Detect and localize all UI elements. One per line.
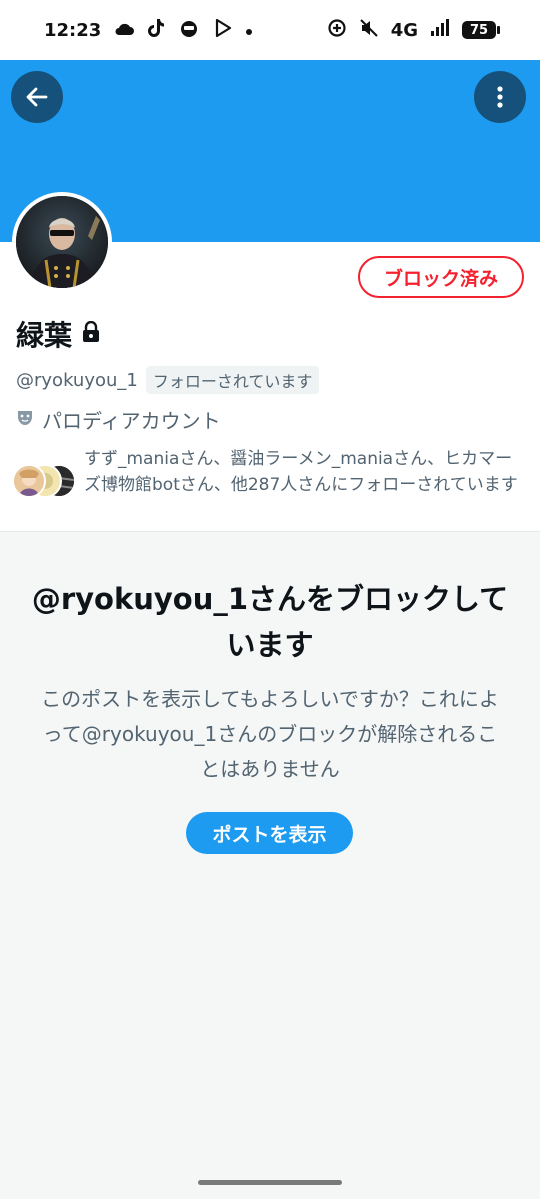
more-vertical-icon bbox=[497, 86, 503, 108]
notice-body: このポストを表示してもよろしいですか？これによって@ryokuyou_1さんのブ… bbox=[41, 687, 499, 781]
display-name: 緑葉 bbox=[16, 319, 73, 352]
blocked-notice: @ryokuyou_1さんをブロックしています このポストを表示してもよろしいで… bbox=[0, 532, 540, 1172]
game-app-icon bbox=[177, 18, 201, 43]
signal-icon bbox=[430, 18, 450, 42]
network-type: 4G bbox=[390, 19, 418, 41]
status-bar: 12:23 4G 75 bbox=[0, 0, 540, 60]
arrow-left-icon bbox=[26, 87, 48, 107]
battery-level: 75 bbox=[469, 22, 489, 38]
mute-icon bbox=[359, 18, 379, 43]
parody-label-row: パロディアカウント bbox=[16, 405, 221, 434]
name-row: 緑葉 bbox=[16, 314, 100, 354]
data-saver-icon bbox=[327, 18, 347, 43]
status-time: 12:23 bbox=[44, 19, 102, 41]
handle-row: @ryokuyou_1 フォローされています bbox=[16, 366, 320, 394]
parody-label: パロディアカウント bbox=[42, 409, 221, 433]
tiktok-icon bbox=[147, 18, 165, 43]
more-options-button[interactable] bbox=[474, 71, 526, 123]
avatar[interactable] bbox=[12, 192, 112, 292]
show-posts-button[interactable]: ポストを表示 bbox=[186, 812, 353, 854]
followers-you-know-text: すず_maniaさん、醤油ラーメン_maniaさん、ヒカマーズ博物館botさん、… bbox=[84, 449, 518, 495]
cloud-icon bbox=[113, 20, 135, 41]
notification-dot-icon bbox=[245, 20, 253, 41]
follower-avatars bbox=[12, 464, 76, 504]
user-handle: @ryokuyou_1 bbox=[16, 369, 138, 391]
follows-you-badge: フォローされています bbox=[145, 366, 320, 394]
gesture-nav-handle[interactable] bbox=[198, 1180, 342, 1185]
lock-icon bbox=[82, 320, 100, 347]
back-button[interactable] bbox=[11, 71, 63, 123]
follower-avatar bbox=[12, 464, 46, 498]
followers-you-know[interactable]: すず_maniaさん、醤油ラーメン_maniaさん、ヒカマーズ博物館botさん、… bbox=[12, 446, 532, 504]
blocked-button[interactable]: ブロック済み bbox=[358, 256, 524, 298]
battery-icon: 75 bbox=[462, 21, 500, 39]
notice-title: @ryokuyou_1さんをブロックしています bbox=[31, 582, 509, 662]
play-store-icon bbox=[213, 18, 233, 43]
theater-mask-icon bbox=[16, 408, 34, 432]
